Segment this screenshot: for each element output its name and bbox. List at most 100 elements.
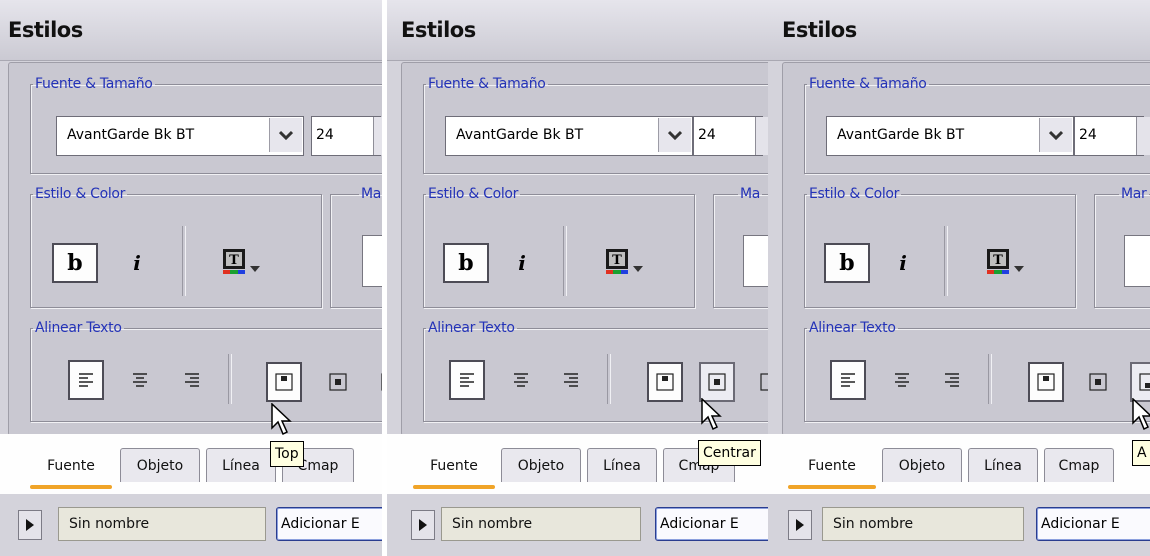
dropdown-arrow-icon [633,258,643,277]
margin-input[interactable] [1124,235,1150,287]
divider [944,226,948,296]
panel-titlebar: Estilos [768,0,1150,61]
font-size-stepper[interactable] [755,117,769,155]
styles-panel-3: Estilos Fuente & Tamaño AvantGarde Bk BT… [768,0,1150,556]
font-size-group-label: Fuente & Tamaño [809,76,927,92]
text-color-icon: T [605,248,629,278]
font-family-select[interactable]: AvantGarde Bk BT [445,116,693,156]
tab-objeto[interactable]: Objeto [882,448,962,482]
play-icon [26,519,34,531]
align-left-button[interactable] [449,360,485,400]
tab-linea[interactable]: Línea [587,448,657,482]
text-color-button[interactable]: T [986,248,1034,278]
expand-button[interactable] [411,510,435,540]
svg-text:T: T [229,253,239,268]
text-color-button[interactable]: T [605,248,653,278]
bold-button[interactable]: b [443,243,489,283]
font-size-input[interactable]: 24 [1074,116,1150,156]
chevron-down-icon[interactable] [269,118,302,152]
font-size-value: 24 [698,127,716,143]
tab-objeto[interactable]: Objeto [501,448,581,482]
expand-button[interactable] [788,510,812,540]
valign-bottom-button[interactable] [751,362,769,402]
align-right-button[interactable] [174,360,210,400]
chevron-down-icon[interactable] [658,118,691,152]
font-size-input[interactable]: 24 [311,116,382,156]
play-icon [796,519,804,531]
margin-group-label: Ma [740,186,761,202]
play-icon [419,519,427,531]
font-size-stepper[interactable] [1136,117,1150,155]
tab-fuente[interactable]: Fuente [788,446,876,489]
mouse-cursor-icon [1132,398,1150,431]
font-size-group-label: Fuente & Tamaño [428,76,546,92]
dropdown-arrow-icon [1014,258,1024,277]
italic-button[interactable]: i [507,247,537,279]
font-family-select[interactable]: AvantGarde Bk BT [826,116,1074,156]
style-name-field[interactable]: Sin nombre [441,507,641,541]
tab-cmap[interactable]: Cmap [1044,448,1114,482]
align-center-button[interactable] [503,360,539,400]
valign-bottom-button[interactable] [1130,362,1150,402]
font-family-value: AvantGarde Bk BT [456,127,584,143]
italic-button[interactable]: i [888,247,918,279]
font-size-stepper[interactable] [373,117,382,155]
italic-button[interactable]: i [122,247,152,279]
style-name-field[interactable]: Sin nombre [58,507,266,541]
tab-fuente[interactable]: Fuente [413,446,495,489]
margin-group-label: Mar [1121,186,1147,202]
font-size-group-label: Fuente & Tamaño [35,76,153,92]
valign-top-button[interactable] [647,362,683,402]
valign-bottom-button[interactable] [372,362,382,402]
tab-objeto[interactable]: Objeto [120,448,200,482]
tooltip: Centrar [698,440,761,466]
divider [182,226,186,296]
align-left-button[interactable] [68,360,104,400]
panel-title: Estilos [401,18,476,42]
style-color-group-label: Estilo & Color [809,186,900,202]
bold-button[interactable]: b [52,243,98,283]
margin-input[interactable] [743,235,769,287]
expand-button[interactable] [18,510,42,540]
panel-title: Estilos [782,18,857,42]
style-name-field[interactable]: Sin nombre [822,507,1024,541]
style-name-value: Sin nombre [452,516,533,532]
align-center-button[interactable] [122,360,158,400]
font-family-select[interactable]: AvantGarde Bk BT [56,116,304,156]
align-text-group-label: Alinear Texto [35,320,122,336]
font-family-value: AvantGarde Bk BT [837,127,965,143]
align-right-button[interactable] [553,360,589,400]
tab-linea[interactable]: Línea [206,448,276,482]
svg-text:T: T [612,253,622,268]
tab-linea[interactable]: Línea [968,448,1038,482]
margin-group-label: Mar [361,186,382,202]
add-style-label: Adicionar E [660,516,739,532]
panel-title: Estilos [8,18,83,42]
add-style-button[interactable]: Adicionar E [1036,507,1150,541]
add-style-label: Adicionar E [281,516,360,532]
mouse-cursor-icon [271,403,292,436]
font-size-input[interactable]: 24 [693,116,769,156]
valign-top-button[interactable] [266,362,302,402]
tab-fuente[interactable]: Fuente [30,446,112,489]
align-left-button[interactable] [830,360,866,400]
margin-input[interactable] [362,235,382,287]
valign-center-button[interactable] [699,362,735,402]
align-text-group-label: Alinear Texto [809,320,896,336]
chevron-down-icon[interactable] [1039,118,1072,152]
valign-center-button[interactable] [1080,362,1116,402]
text-color-button[interactable]: T [222,248,270,278]
bold-button[interactable]: b [824,243,870,283]
divider [607,354,611,404]
svg-text:T: T [993,253,1003,268]
divider [228,354,232,404]
text-color-icon: T [986,248,1010,278]
align-text-group-label: Alinear Texto [428,320,515,336]
align-right-button[interactable] [934,360,970,400]
valign-center-button[interactable] [320,362,356,402]
add-style-button[interactable]: Adicionar E [276,507,382,541]
add-style-button[interactable]: Adicionar E [655,507,769,541]
align-center-button[interactable] [884,360,920,400]
valign-top-button[interactable] [1028,362,1064,402]
style-color-group-label: Estilo & Color [428,186,519,202]
